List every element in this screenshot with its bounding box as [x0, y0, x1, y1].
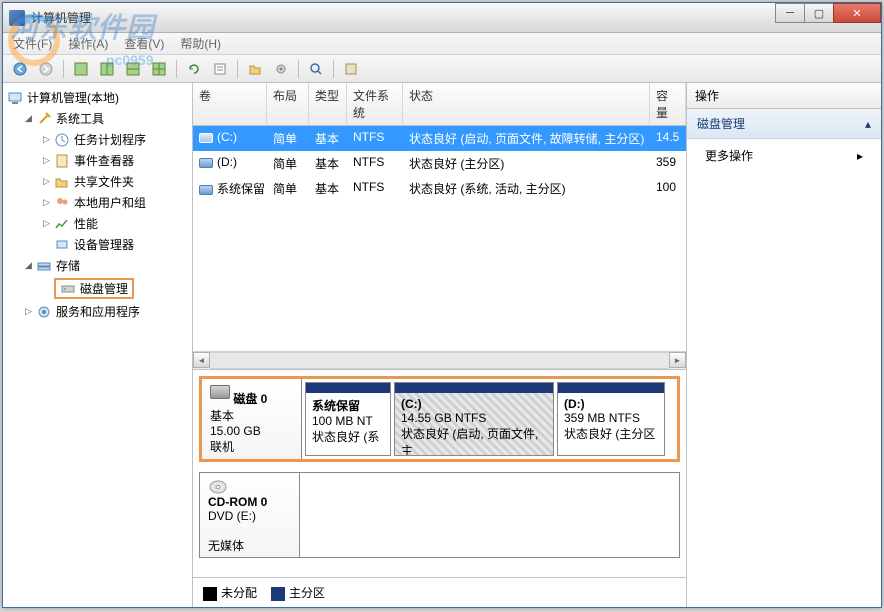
tree-root[interactable]: 计算机管理(本地) [5, 87, 190, 108]
clock-icon [54, 132, 70, 148]
cdrom-title: CD-ROM 0 [208, 495, 267, 509]
disk-info[interactable]: 磁盘 0 基本 15.00 GB 联机 [202, 379, 302, 459]
volume-list: 卷 布局 类型 文件系统 状态 容量 (C:) 简单 基本 NTFS 状态良好 … [193, 83, 686, 370]
tree-task-scheduler[interactable]: ▷ 任务计划程序 [5, 129, 190, 150]
drive-icon [199, 185, 213, 195]
event-icon [54, 153, 70, 169]
storage-icon [36, 258, 52, 274]
disk-graphical-view: 磁盘 0 基本 15.00 GB 联机 系统保留 100 MB NT 状态良好 … [193, 370, 686, 577]
tools-icon [36, 111, 52, 127]
menu-action[interactable]: 操作(A) [64, 33, 112, 54]
legend: 未分配 主分区 [193, 577, 686, 607]
forward-button[interactable] [35, 58, 57, 80]
menu-help[interactable]: 帮助(H) [176, 33, 225, 54]
app-icon [9, 10, 25, 26]
center-panel: 卷 布局 类型 文件系统 状态 容量 (C:) 简单 基本 NTFS 状态良好 … [193, 83, 687, 607]
cdrom-box: CD-ROM 0 DVD (E:) 无媒体 [199, 472, 680, 558]
horizontal-scrollbar[interactable]: ◄ ► [193, 351, 686, 369]
back-button[interactable] [9, 58, 31, 80]
tree-event-viewer[interactable]: ▷ 事件查看器 [5, 150, 190, 171]
col-volume[interactable]: 卷 [193, 83, 267, 125]
help-button[interactable] [340, 58, 362, 80]
tree-storage[interactable]: ◢ 存储 [5, 255, 190, 276]
maximize-button[interactable]: ▢ [804, 3, 834, 23]
cdrom-info[interactable]: CD-ROM 0 DVD (E:) 无媒体 [200, 473, 300, 557]
legend-swatch-unallocated [203, 587, 217, 601]
volume-row[interactable]: (C:) 简单 基本 NTFS 状态良好 (启动, 页面文件, 故障转储, 主分… [193, 126, 686, 151]
refresh-button[interactable] [183, 58, 205, 80]
window-title: 计算机管理 [31, 9, 91, 26]
expand-icon[interactable]: ▷ [41, 176, 52, 187]
partition-c[interactable]: (C:) 14.55 GB NTFS 状态良好 (启动, 页面文件, 主 [394, 382, 554, 456]
drive-icon [199, 133, 213, 143]
expand-icon[interactable]: ▷ [23, 306, 34, 317]
users-icon [54, 195, 70, 211]
actions-header: 操作 [687, 83, 881, 109]
collapse-icon[interactable]: ◢ [23, 113, 34, 124]
properties-button[interactable] [209, 58, 231, 80]
col-capacity[interactable]: 容量 [650, 83, 686, 125]
expand-icon[interactable]: ▷ [41, 134, 52, 145]
scroll-left-button[interactable]: ◄ [193, 352, 210, 368]
tree-panel: 计算机管理(本地) ◢ 系统工具 ▷ 任务计划程序 ▷ 事件查看器 ▷ 共享文件… [3, 83, 193, 607]
disk-icon [60, 281, 76, 297]
menu-file[interactable]: 文件(F) [9, 33, 56, 54]
partition-system-reserved[interactable]: 系统保留 100 MB NT 状态良好 (系 [305, 382, 391, 456]
tree-services[interactable]: ▷ 服务和应用程序 [5, 301, 190, 322]
computer-icon [7, 90, 23, 106]
volume-row[interactable]: 系统保留 简单 基本 NTFS 状态良好 (系统, 活动, 主分区) 100 [193, 176, 686, 201]
folder-share-icon [54, 174, 70, 190]
disk-title: 磁盘 0 [233, 392, 267, 406]
toolbar [3, 55, 881, 83]
view-btn-4[interactable] [148, 58, 170, 80]
partition-d[interactable]: (D:) 359 MB NTFS 状态良好 (主分区 [557, 382, 665, 456]
disk-0-box: 磁盘 0 基本 15.00 GB 联机 系统保留 100 MB NT 状态良好 … [199, 376, 680, 462]
volume-row[interactable]: (D:) 简单 基本 NTFS 状态良好 (主分区) 359 [193, 151, 686, 176]
expand-icon[interactable]: ▷ [41, 155, 52, 166]
tree-local-users[interactable]: ▷ 本地用户和组 [5, 192, 190, 213]
menubar: 文件(F) 操作(A) 查看(V) 帮助(H) [3, 33, 881, 55]
legend-swatch-primary [271, 587, 285, 601]
explore-button[interactable] [305, 58, 327, 80]
tree-device-manager[interactable]: 设备管理器 [5, 234, 190, 255]
chevron-right-icon: ▸ [857, 149, 863, 163]
actions-more[interactable]: 更多操作 ▸ [687, 139, 881, 172]
expand-icon[interactable]: ▷ [41, 197, 52, 208]
actions-panel: 操作 磁盘管理 ▴ 更多操作 ▸ [687, 83, 881, 607]
col-type[interactable]: 类型 [309, 83, 347, 125]
device-icon [54, 237, 70, 253]
view-btn-1[interactable] [70, 58, 92, 80]
titlebar: 计算机管理 ─ ▢ ✕ [3, 3, 881, 33]
performance-icon [54, 216, 70, 232]
scroll-right-button[interactable]: ► [669, 352, 686, 368]
volume-list-header: 卷 布局 类型 文件系统 状态 容量 [193, 83, 686, 126]
open-button[interactable] [244, 58, 266, 80]
view-btn-3[interactable] [122, 58, 144, 80]
cdrom-icon [208, 479, 228, 495]
minimize-button[interactable]: ─ [775, 3, 805, 23]
col-layout[interactable]: 布局 [267, 83, 309, 125]
drive-icon [199, 158, 213, 168]
tree-system-tools[interactable]: ◢ 系统工具 [5, 108, 190, 129]
col-status[interactable]: 状态 [403, 83, 650, 125]
close-button[interactable]: ✕ [833, 3, 881, 23]
tree-performance[interactable]: ▷ 性能 [5, 213, 190, 234]
view-btn-2[interactable] [96, 58, 118, 80]
collapse-icon[interactable]: ◢ [23, 260, 34, 271]
col-filesystem[interactable]: 文件系统 [347, 83, 403, 125]
expand-icon[interactable]: ▷ [41, 218, 52, 229]
disk-icon [210, 385, 230, 399]
app-window: 计算机管理 ─ ▢ ✕ 文件(F) 操作(A) 查看(V) 帮助(H) [2, 2, 882, 608]
tree-shared-folders[interactable]: ▷ 共享文件夹 [5, 171, 190, 192]
chevron-up-icon: ▴ [865, 117, 871, 131]
tree-disk-management[interactable]: 磁盘管理 [5, 276, 190, 301]
services-icon [36, 304, 52, 320]
actions-diskmgmt[interactable]: 磁盘管理 ▴ [687, 109, 881, 139]
menu-view[interactable]: 查看(V) [120, 33, 168, 54]
settings-button[interactable] [270, 58, 292, 80]
